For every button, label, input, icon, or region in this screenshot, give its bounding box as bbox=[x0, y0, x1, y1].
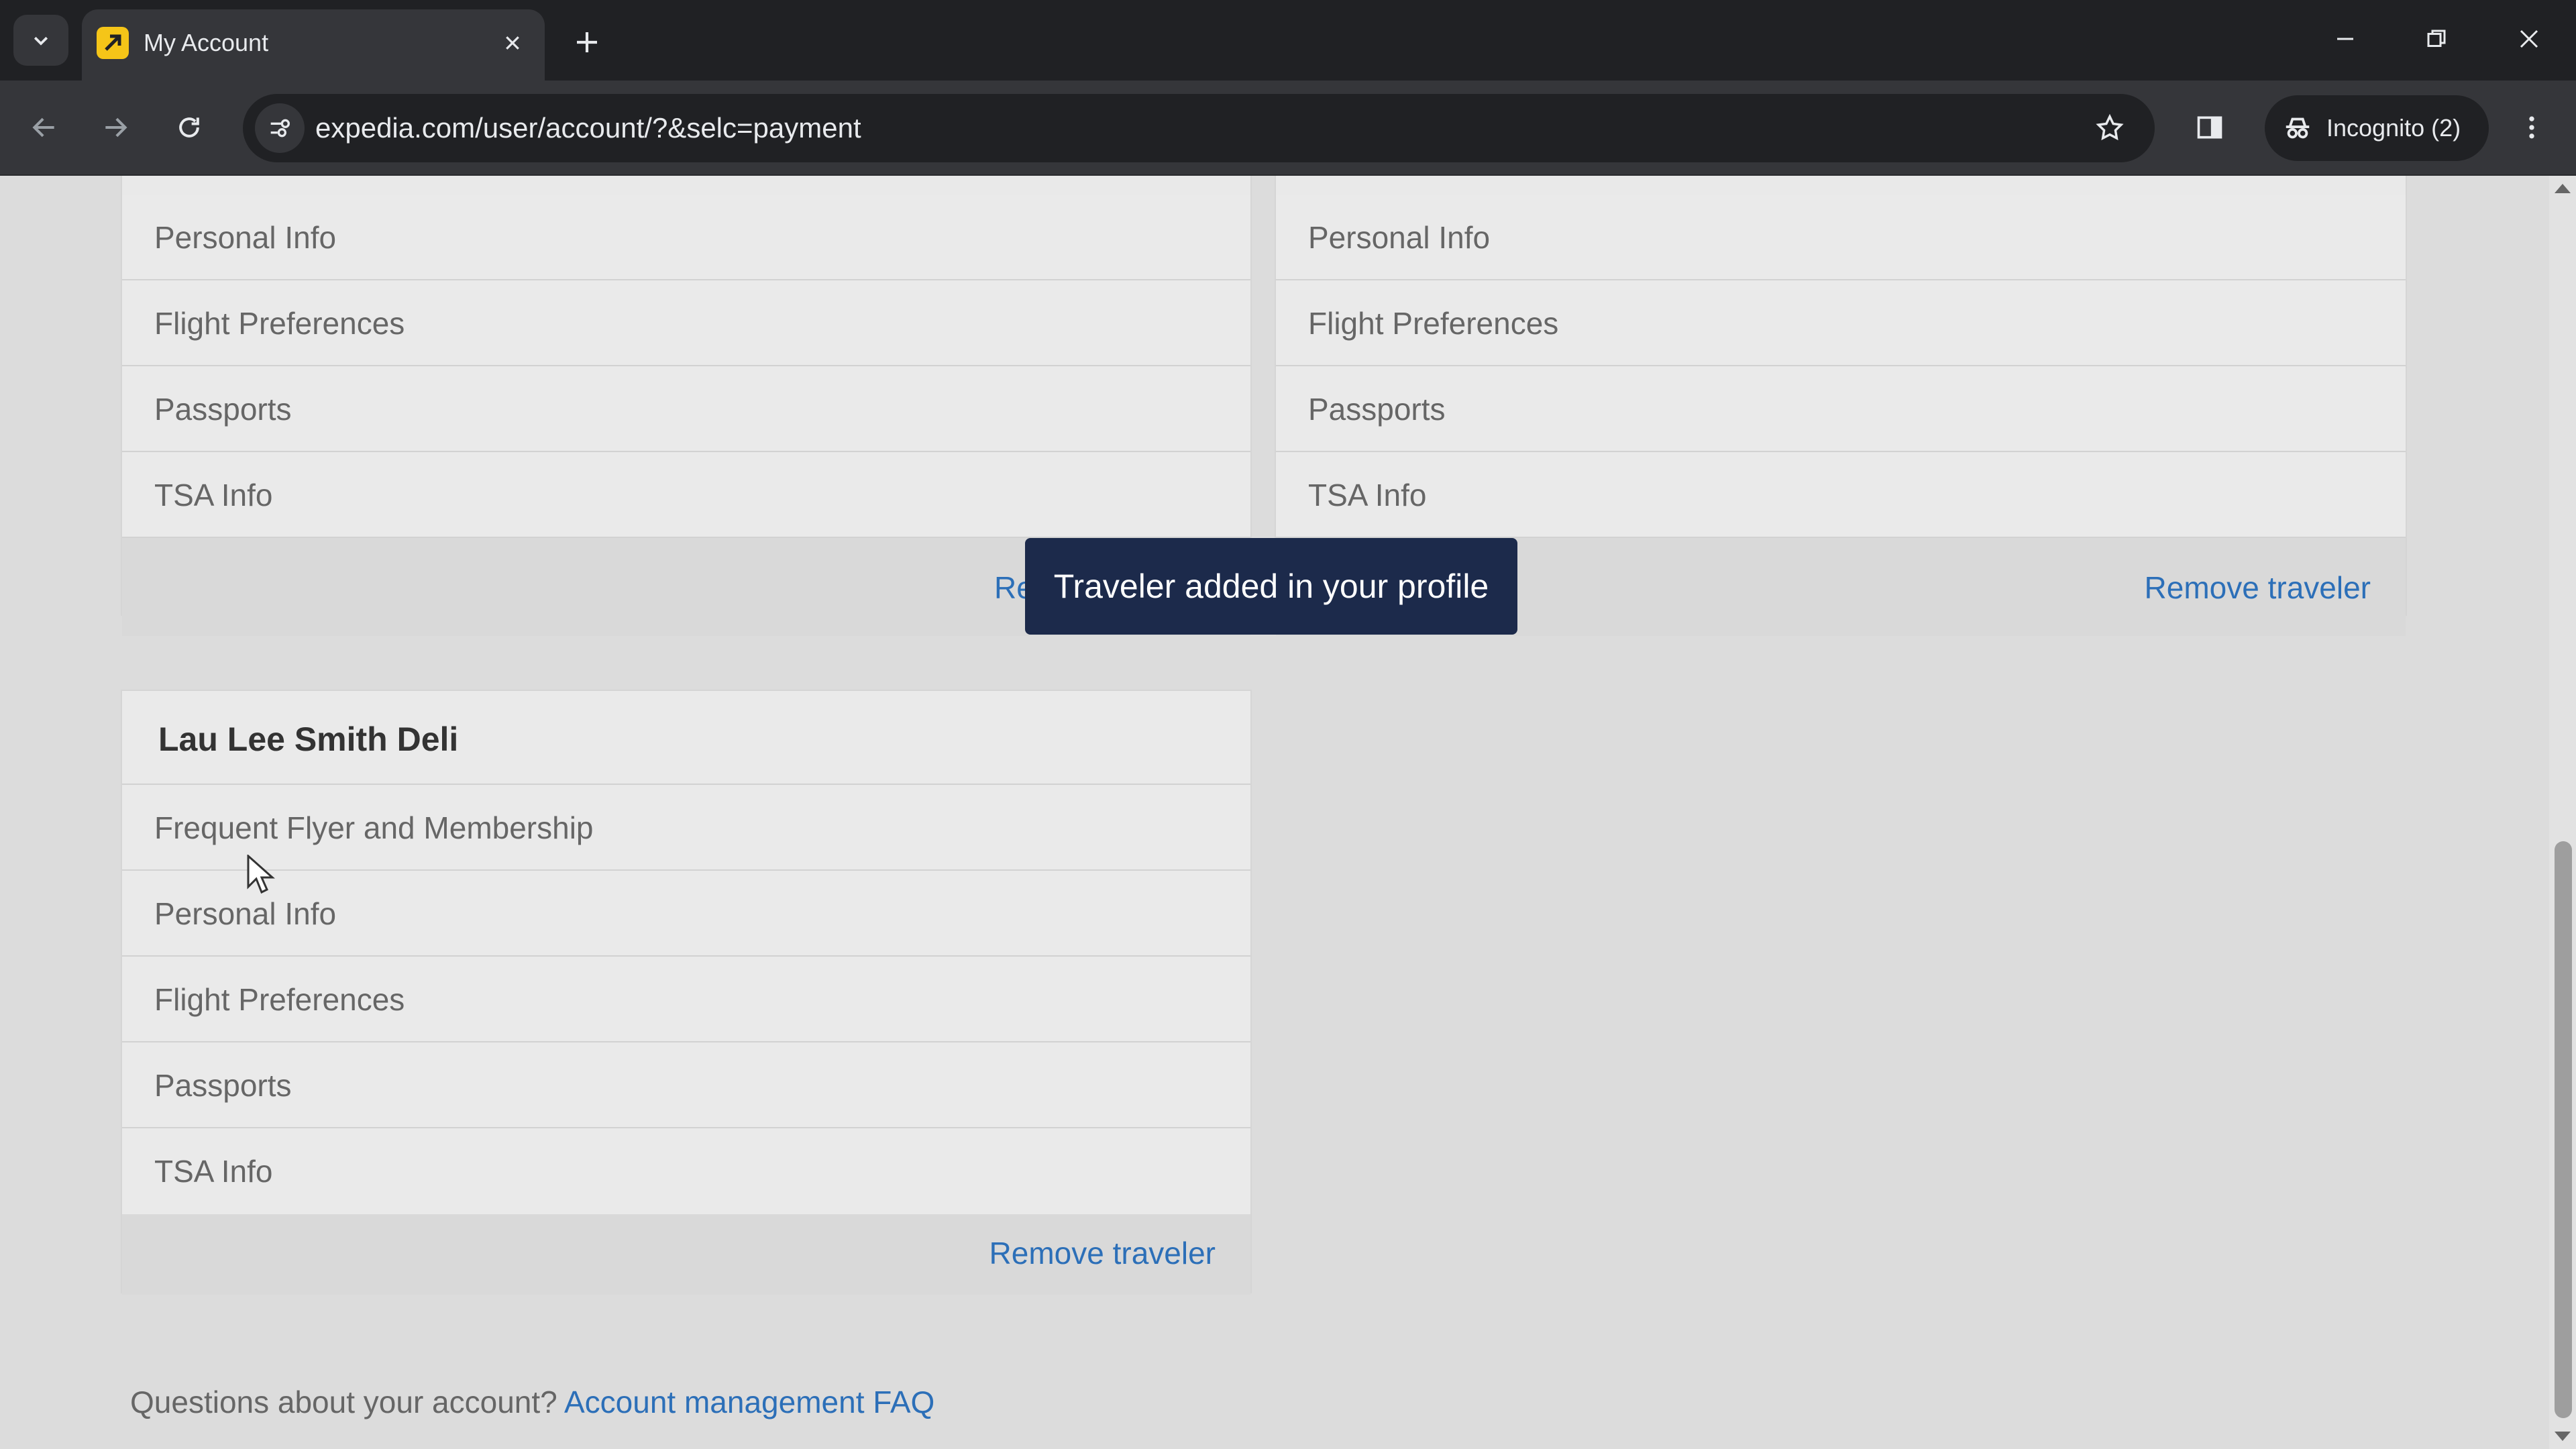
incognito-badge[interactable]: Incognito (2) bbox=[2265, 95, 2489, 161]
plus-icon bbox=[577, 32, 597, 52]
card-header: Lau Lee Smith Deli bbox=[122, 691, 1250, 785]
tab-title: My Account bbox=[144, 29, 269, 56]
row-label: Personal Info bbox=[1308, 220, 1491, 255]
card-row-frequent-flyer[interactable]: Frequent Flyer and Membership bbox=[122, 785, 1250, 871]
card-row-personal-info[interactable]: Personal Info bbox=[122, 195, 1250, 280]
traveler-name: Lau Lee Smith Deli bbox=[158, 720, 459, 758]
browser-toolbar: expedia.com/user/account/?&selc=payment … bbox=[0, 80, 2576, 176]
toast-message: Traveler added in your profile bbox=[1053, 568, 1489, 605]
tab-close-icon[interactable] bbox=[494, 24, 531, 62]
card-row-passports[interactable]: Passports bbox=[122, 366, 1250, 452]
browser-tab[interactable]: My Account bbox=[82, 9, 545, 80]
row-label: Personal Info bbox=[154, 896, 337, 931]
tab-search-button[interactable] bbox=[13, 15, 68, 66]
card-row-flight-preferences[interactable]: Flight Preferences bbox=[1276, 280, 2406, 366]
card-row-personal-info[interactable]: Personal Info bbox=[1276, 195, 2406, 280]
minimize-icon bbox=[2337, 38, 2353, 40]
card-row-tsa-info[interactable]: TSA Info bbox=[122, 452, 1250, 538]
url-text: expedia.com/user/account/?&selc=payment bbox=[315, 112, 861, 144]
address-bar[interactable]: expedia.com/user/account/?&selc=payment bbox=[243, 94, 2155, 162]
row-label: TSA Info bbox=[1308, 478, 1427, 513]
card-row-tsa-info[interactable]: TSA Info bbox=[1276, 452, 2406, 538]
side-panel-icon bbox=[2197, 116, 2222, 139]
card-row-tsa-info[interactable]: TSA Info bbox=[122, 1128, 1250, 1214]
toast-notification: Traveler added in your profile bbox=[1025, 538, 1517, 635]
bookmark-star-icon[interactable] bbox=[2085, 103, 2135, 153]
restore-icon bbox=[2427, 30, 2446, 47]
row-label: Personal Info bbox=[154, 220, 337, 255]
arrow-right-icon bbox=[105, 117, 127, 138]
row-label: Frequent Flyer and Membership bbox=[154, 810, 594, 845]
site-info-icon[interactable] bbox=[255, 103, 305, 153]
remove-traveler-link[interactable]: Remove traveler bbox=[989, 1234, 1216, 1272]
remove-traveler-link[interactable]: Remove traveler bbox=[2145, 569, 2371, 606]
restore-button[interactable] bbox=[2403, 13, 2470, 64]
scrollbar-thumb[interactable] bbox=[2555, 841, 2572, 1418]
close-icon bbox=[2520, 30, 2538, 48]
more-vert-icon bbox=[2529, 116, 2534, 139]
mouse-cursor-icon bbox=[247, 855, 275, 894]
browser-tab-bar: My Account bbox=[0, 0, 2576, 80]
row-label: TSA Info bbox=[154, 478, 273, 513]
minimize-button[interactable] bbox=[2312, 13, 2379, 64]
reload-button[interactable] bbox=[164, 102, 215, 153]
row-label: Flight Preferences bbox=[154, 982, 405, 1017]
card-footer: Remove traveler bbox=[122, 1214, 1250, 1295]
row-label: Passports bbox=[154, 392, 292, 427]
row-label: Flight Preferences bbox=[1308, 306, 1559, 341]
card-row-flight-preferences[interactable]: Flight Preferences bbox=[122, 957, 1250, 1042]
forward-button[interactable] bbox=[90, 102, 141, 153]
account-faq-link[interactable]: Account management FAQ bbox=[564, 1385, 934, 1419]
incognito-icon bbox=[2279, 110, 2316, 146]
page-content: Personal Info Flight Preferences Passpor… bbox=[0, 176, 2576, 1449]
row-label: Passports bbox=[154, 1068, 292, 1103]
faq-question: Questions about your account? bbox=[130, 1385, 557, 1419]
row-label: Flight Preferences bbox=[154, 306, 405, 341]
row-label: Passports bbox=[1308, 392, 1446, 427]
page-scrollbar[interactable] bbox=[2549, 176, 2576, 1449]
close-window-button[interactable] bbox=[2496, 13, 2563, 64]
card-row-passports[interactable]: Passports bbox=[122, 1042, 1250, 1128]
browser-menu-button[interactable] bbox=[2506, 102, 2557, 153]
reload-icon bbox=[179, 117, 199, 138]
back-button[interactable] bbox=[19, 102, 70, 153]
side-panel-button[interactable] bbox=[2184, 102, 2235, 153]
scroll-down-arrow-icon[interactable] bbox=[2555, 1432, 2571, 1441]
account-faq-line: Questions about your account? Account ma… bbox=[130, 1383, 934, 1421]
card-row-personal-info[interactable]: Personal Info bbox=[122, 871, 1250, 957]
row-label: TSA Info bbox=[154, 1154, 273, 1189]
scroll-up-arrow-icon[interactable] bbox=[2555, 184, 2571, 193]
expedia-favicon-icon bbox=[97, 27, 129, 59]
card-row-flight-preferences[interactable]: Flight Preferences bbox=[122, 280, 1250, 366]
new-tab-button[interactable] bbox=[564, 19, 610, 66]
chevron-down-icon bbox=[34, 36, 48, 46]
incognito-label: Incognito (2) bbox=[2326, 114, 2461, 142]
arrow-left-icon bbox=[32, 117, 54, 138]
traveler-card-lau-lee-smith-deli: Lau Lee Smith Deli Frequent Flyer and Me… bbox=[121, 690, 1252, 1295]
card-row-passports[interactable]: Passports bbox=[1276, 366, 2406, 452]
